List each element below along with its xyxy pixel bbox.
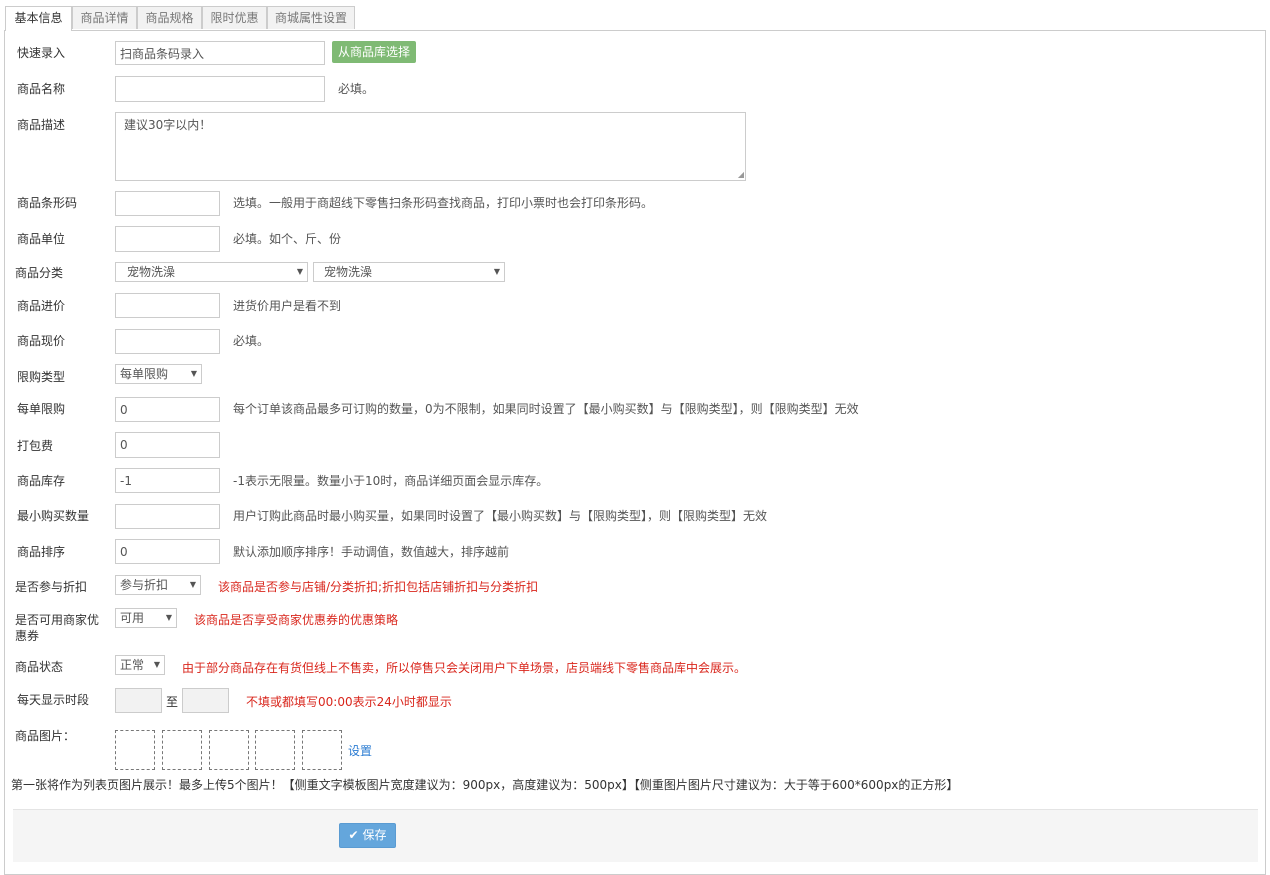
- images-settings-link[interactable]: 设置: [348, 742, 372, 759]
- chevron-down-icon: ▼: [165, 613, 172, 622]
- category-secondary-select[interactable]: 宠物洗澡 ▼: [313, 262, 505, 282]
- product-name-label: 商品名称: [17, 82, 66, 96]
- barcode-label: 商品条形码: [17, 196, 78, 210]
- current-price-hint: 必填。: [233, 334, 270, 348]
- image-slot-3[interactable]: [209, 730, 249, 770]
- sort-label: 商品排序: [17, 545, 66, 559]
- product-description-placeholder: 建议30字以内！: [124, 118, 212, 132]
- purchase-price-input[interactable]: [115, 293, 220, 318]
- packing-fee-label: 打包费: [17, 439, 54, 453]
- save-button[interactable]: ✔ 保存: [339, 823, 396, 848]
- per-order-limit-label: 每单限购: [17, 402, 66, 416]
- limit-type-label: 限购类型: [17, 370, 66, 384]
- display-time-end-input[interactable]: [182, 688, 229, 713]
- limit-type-value: 每单限购: [120, 367, 169, 381]
- quick-entry-label: 快速录入: [17, 46, 66, 60]
- per-order-limit-hint: 每个订单该商品最多可订购的数量，0为不限制，如果同时设置了【最小购买数】与【限购…: [233, 402, 859, 416]
- display-time-separator: 至: [166, 695, 179, 709]
- tab-time-limited-offer[interactable]: 限时优惠: [202, 6, 267, 29]
- status-hint: 由于部分商品存在有货但线上不售卖，所以停售只会关闭用户下单场景，店员端线下零售商…: [182, 661, 747, 675]
- stock-label: 商品库存: [17, 474, 66, 488]
- sort-hint: 默认添加顺序排序！手动调值，数值越大，排序越前: [233, 545, 510, 559]
- discount-label: 是否参与折扣: [15, 580, 88, 594]
- display-time-label: 每天显示时段: [17, 693, 90, 707]
- category-primary-value: 宠物洗澡: [127, 265, 176, 279]
- chevron-down-icon: ▼: [493, 267, 500, 276]
- current-price-label: 商品现价: [17, 334, 66, 348]
- purchase-price-label: 商品进价: [17, 299, 66, 313]
- stock-input[interactable]: -1: [115, 468, 220, 493]
- per-order-limit-input[interactable]: 0: [115, 397, 220, 422]
- product-name-input[interactable]: [115, 76, 325, 102]
- min-purchase-hint: 用户订购此商品时最小购买量，如果同时设置了【最小购买数】与【限购类型】，则【限购…: [233, 509, 768, 523]
- chevron-down-icon: ▼: [153, 660, 160, 669]
- form-footer: [13, 809, 1258, 862]
- limit-type-select[interactable]: 每单限购 ▼: [115, 364, 202, 384]
- unit-label: 商品单位: [17, 232, 66, 246]
- category-primary-select[interactable]: 宠物洗澡 ▼: [115, 262, 308, 282]
- min-purchase-input[interactable]: [115, 504, 220, 529]
- tab-product-spec[interactable]: 商品规格: [137, 6, 202, 29]
- discount-hint: 该商品是否参与店铺/分类折扣;折扣包括店铺折扣与分类折扣: [218, 580, 539, 594]
- product-description-textarea[interactable]: 建议30字以内！ ◢: [115, 112, 746, 181]
- unit-input[interactable]: [115, 226, 220, 252]
- coupon-value: 可用: [120, 611, 145, 625]
- product-name-hint: 必填。: [338, 82, 375, 96]
- coupon-label: 是否可用商家优: [15, 613, 100, 627]
- display-time-hint: 不填或都填写00:00表示24小时都显示: [246, 695, 452, 709]
- tab-product-detail[interactable]: 商品详情: [72, 6, 137, 29]
- resize-handle-icon[interactable]: ◢: [738, 171, 744, 179]
- status-label: 商品状态: [15, 660, 64, 674]
- check-icon: ✔: [348, 828, 359, 842]
- chevron-down-icon: ▼: [190, 369, 197, 378]
- sort-input[interactable]: 0: [115, 539, 220, 564]
- current-price-input[interactable]: [115, 329, 220, 354]
- tab-mall-attributes[interactable]: 商城属性设置: [267, 6, 355, 29]
- min-purchase-label: 最小购买数量: [17, 509, 90, 523]
- image-slot-1[interactable]: [115, 730, 155, 770]
- images-note: 第一张将作为列表页图片展示！最多上传5个图片！【侧重文字模板图片宽度建议为：90…: [11, 778, 959, 792]
- coupon-hint: 该商品是否享受商家优惠券的优惠策略: [194, 613, 399, 627]
- quick-entry-input[interactable]: 扫商品条码录入: [115, 41, 325, 65]
- stock-hint: -1表示无限量。数量小于10时，商品详细页面会显示库存。: [233, 474, 549, 488]
- chevron-down-icon: ▼: [189, 580, 196, 589]
- coupon-label-line2: 惠券: [15, 629, 40, 643]
- status-select[interactable]: 正常 ▼: [115, 655, 165, 675]
- packing-fee-input[interactable]: 0: [115, 432, 220, 458]
- discount-select[interactable]: 参与折扣 ▼: [115, 575, 201, 595]
- barcode-hint: 选填。一般用于商超线下零售扫条形码查找商品，打印小票时也会打印条形码。: [233, 196, 654, 210]
- barcode-input[interactable]: [115, 191, 220, 216]
- tab-basic-info[interactable]: 基本信息: [5, 6, 72, 31]
- images-label: 商品图片：: [15, 729, 76, 743]
- category-label: 商品分类: [15, 266, 64, 280]
- discount-value: 参与折扣: [120, 578, 169, 592]
- chevron-down-icon: ▼: [296, 267, 303, 276]
- category-secondary-value: 宠物洗澡: [324, 265, 373, 279]
- display-time-start-input[interactable]: [115, 688, 162, 713]
- purchase-price-hint: 进货价用户是看不到: [233, 299, 342, 313]
- unit-hint: 必填。如个、斤、份: [233, 232, 342, 246]
- status-value: 正常: [120, 658, 145, 672]
- save-button-label: 保存: [362, 828, 387, 842]
- select-from-library-button[interactable]: 从商品库选择: [332, 41, 416, 63]
- image-slot-4[interactable]: [255, 730, 295, 770]
- coupon-select[interactable]: 可用 ▼: [115, 608, 177, 628]
- image-slot-5[interactable]: [302, 730, 342, 770]
- image-slot-2[interactable]: [162, 730, 202, 770]
- product-description-label: 商品描述: [17, 118, 66, 132]
